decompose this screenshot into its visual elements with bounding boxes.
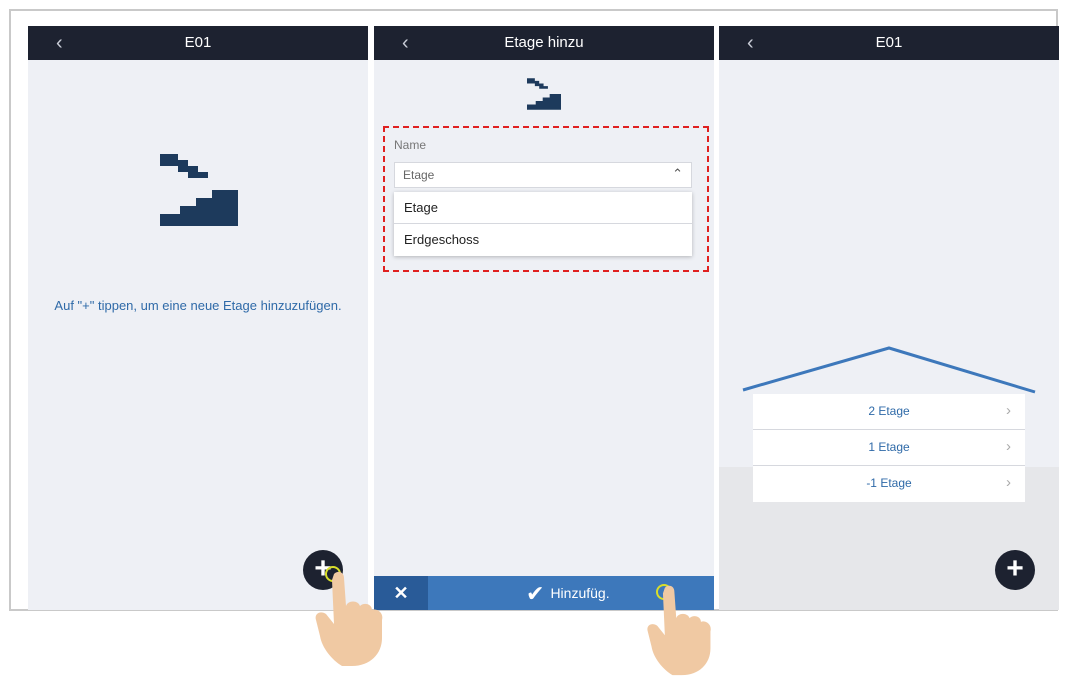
floor-label: 2 Etage (868, 404, 910, 418)
stairs-icon (160, 154, 238, 226)
dropdown-options: Etage Erdgeschoss (394, 192, 692, 256)
house-roof-icon (742, 346, 1036, 394)
floor-item[interactable]: 1 Etage › (753, 430, 1025, 466)
add-button-label: Hinzufüg. (550, 585, 610, 601)
tapping-hand-icon (315, 571, 383, 666)
screen-title: E01 (875, 34, 903, 51)
screen-empty-floors: ‹ E01 Auf "+" tippen, um eine neue Etage… (28, 26, 368, 610)
empty-hint-text: Auf "+" tippen, um eine neue Etage hinzu… (54, 298, 342, 313)
screen-title: Etage hinzu (504, 34, 584, 51)
floor-item[interactable]: 2 Etage › (753, 394, 1025, 430)
floor-label: -1 Etage (866, 476, 912, 490)
floor-label: 1 Etage (868, 440, 910, 454)
top-bar: ‹ Etage hinzu (374, 26, 714, 60)
add-floor-button[interactable]: + (995, 550, 1035, 590)
name-dropdown[interactable]: Etage ⌃ (394, 162, 692, 188)
screen-title: E01 (184, 34, 212, 51)
screen-floor-list: ‹ E01 2 Etage › 1 Etage › -1 Etage › + (719, 26, 1059, 610)
screen-add-floor: ‹ Etage hinzu Name Etage ⌃ Etage Erdgesc… (374, 26, 714, 610)
chevron-up-icon: ⌃ (672, 166, 683, 181)
name-label: Name (394, 138, 427, 152)
top-bar: ‹ E01 (719, 26, 1059, 60)
dropdown-option-erdgeschoss[interactable]: Erdgeschoss (394, 224, 692, 256)
tapping-hand-icon (647, 585, 711, 676)
add-button[interactable]: ✔ Hinzufüg. (526, 576, 610, 610)
chevron-right-icon: › (1006, 402, 1011, 419)
dropdown-option-etage[interactable]: Etage (394, 192, 692, 224)
chevron-right-icon: › (1006, 474, 1011, 491)
top-bar: ‹ E01 (28, 26, 368, 60)
floor-list: 2 Etage › 1 Etage › -1 Etage › (753, 394, 1025, 502)
chevron-right-icon: › (1006, 438, 1011, 455)
dropdown-value: Etage (403, 168, 435, 182)
floor-item[interactable]: -1 Etage › (753, 466, 1025, 502)
check-icon: ✔ (526, 581, 545, 607)
stairs-icon (527, 78, 561, 110)
